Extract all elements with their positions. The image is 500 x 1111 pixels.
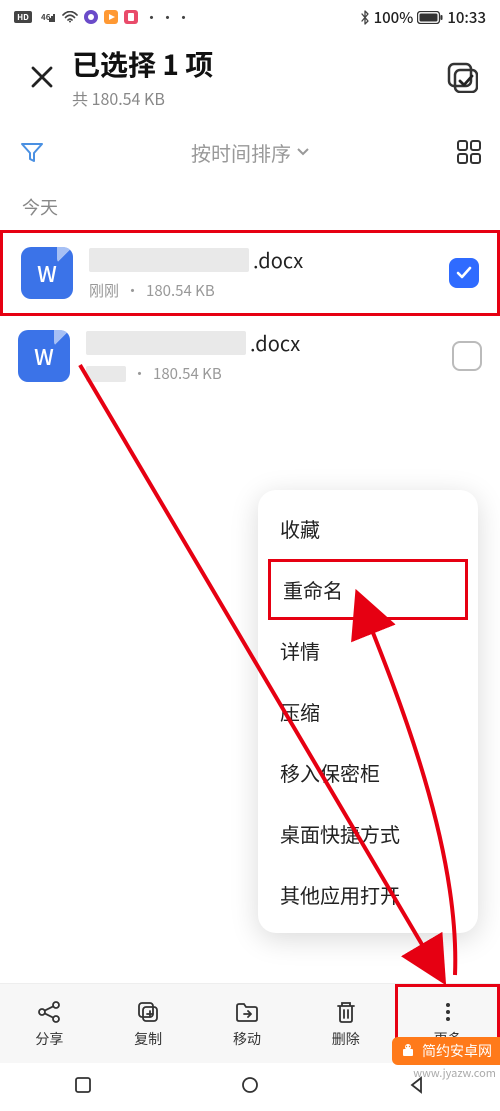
file-checkbox[interactable] <box>449 258 479 288</box>
app-icon-2 <box>104 10 118 24</box>
grid-icon <box>456 139 482 165</box>
wifi-icon <box>62 11 78 23</box>
select-all-button[interactable] <box>442 57 482 97</box>
select-all-icon <box>446 61 478 93</box>
action-move[interactable]: 移动 <box>198 984 297 1063</box>
copy-icon <box>135 999 161 1025</box>
watermark-url: www.jyazw.com <box>413 1065 496 1081</box>
word-file-icon: W <box>21 247 73 299</box>
selection-title: 已选择 1 项 <box>72 44 442 84</box>
hd-icon: HD <box>14 11 32 23</box>
toolbar-row: 按时间排序 <box>0 120 500 184</box>
move-icon <box>234 999 260 1025</box>
filter-button[interactable] <box>18 138 58 166</box>
action-share[interactable]: 分享 <box>0 984 99 1063</box>
status-right: 100% 10:33 <box>360 7 486 28</box>
selection-header: 已选择 1 项 共 180.54 KB <box>0 34 500 120</box>
signal-4g-icon: 46 <box>38 11 56 23</box>
file-row[interactable]: W .docx 刚刚·180.54 KB <box>0 230 500 316</box>
check-icon <box>455 264 473 282</box>
status-bar: HD 46 ••• 100% 10:33 <box>0 0 500 34</box>
file-row[interactable]: W .docx ·180.54 KB <box>0 316 500 396</box>
close-button[interactable] <box>18 53 66 101</box>
android-icon <box>400 1043 416 1059</box>
nav-recent[interactable] <box>73 1075 93 1100</box>
watermark-badge: 简约安卓网 <box>392 1037 500 1065</box>
file-name: .docx <box>86 328 452 357</box>
view-grid-button[interactable] <box>442 139 482 165</box>
menu-shortcut[interactable]: 桌面快捷方式 <box>258 803 478 864</box>
menu-compress[interactable]: 压缩 <box>258 681 478 742</box>
sort-dropdown[interactable]: 按时间排序 <box>58 138 442 167</box>
trash-icon <box>333 999 359 1025</box>
share-icon <box>36 999 62 1025</box>
file-meta: 刚刚·180.54 KB <box>89 280 449 301</box>
menu-move-to-safe[interactable]: 移入保密柜 <box>258 742 478 803</box>
menu-rename[interactable]: 重命名 <box>268 559 468 620</box>
nav-home[interactable] <box>240 1075 260 1100</box>
file-checkbox[interactable] <box>452 341 482 371</box>
chevron-down-icon <box>297 148 309 156</box>
clock: 10:33 <box>447 7 486 28</box>
more-notifications-icon: ••• <box>144 7 192 28</box>
menu-favorite[interactable]: 收藏 <box>258 498 478 559</box>
action-delete[interactable]: 删除 <box>296 984 395 1063</box>
app-icon-1 <box>84 10 98 24</box>
action-copy[interactable]: 复制 <box>99 984 198 1063</box>
filter-icon <box>18 138 46 166</box>
file-name: .docx <box>89 245 449 274</box>
bluetooth-icon <box>360 10 370 25</box>
battery-icon <box>417 11 443 24</box>
app-icon-3 <box>124 10 138 24</box>
file-meta: ·180.54 KB <box>86 363 452 384</box>
context-menu: 收藏 重命名 详情 压缩 移入保密柜 桌面快捷方式 其他应用打开 <box>258 490 478 933</box>
section-today: 今天 <box>0 184 500 230</box>
menu-details[interactable]: 详情 <box>258 620 478 681</box>
svg-text:HD: HD <box>17 12 29 23</box>
status-left: HD 46 ••• <box>14 7 192 28</box>
menu-open-with[interactable]: 其他应用打开 <box>258 864 478 925</box>
close-icon <box>29 64 55 90</box>
more-vertical-icon <box>435 999 461 1025</box>
word-file-icon: W <box>18 330 70 382</box>
sort-label-text: 按时间排序 <box>191 138 291 167</box>
selection-subtitle: 共 180.54 KB <box>72 86 442 110</box>
battery-percent: 100% <box>374 7 414 28</box>
